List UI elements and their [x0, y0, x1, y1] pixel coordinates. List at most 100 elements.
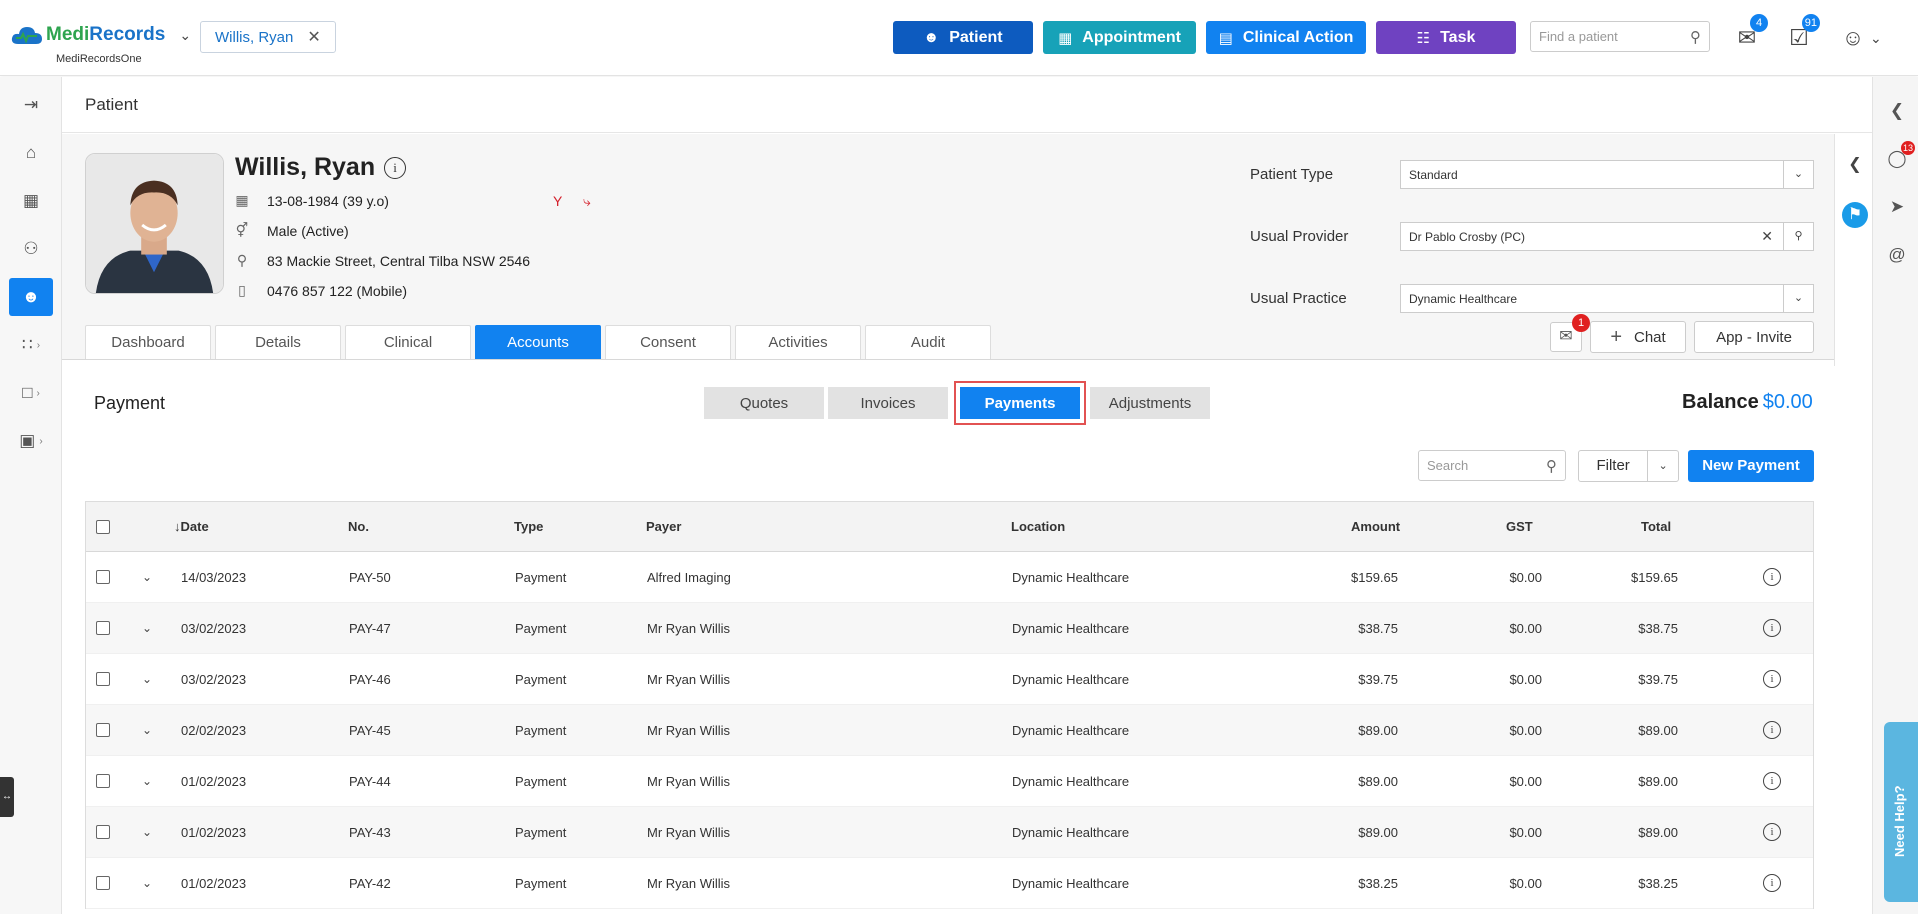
new-patient-button[interactable]: ☻ Patient: [893, 21, 1033, 54]
collapse-left-icon[interactable]: ❮: [1885, 99, 1909, 123]
alcohol-alert-icon[interactable]: Y: [553, 193, 562, 209]
mention-icon[interactable]: @: [1885, 243, 1909, 267]
column-amount[interactable]: Amount: [1351, 502, 1400, 551]
column-type[interactable]: Type: [514, 502, 543, 551]
mail-icon[interactable]: ✉ 4: [1732, 14, 1768, 54]
new-clinical-action-button[interactable]: ▤ Clinical Action: [1206, 21, 1366, 54]
filter-button[interactable]: Filter ⌄: [1578, 450, 1679, 482]
row-checkbox[interactable]: [96, 552, 110, 602]
page-header: Patient: [62, 77, 1872, 133]
table-row[interactable]: ⌄ 01/02/2023 PAY-44 Payment Mr Ryan Will…: [86, 756, 1813, 807]
open-patient-chip[interactable]: Willis, Ryan ✕: [200, 21, 336, 53]
expand-menu-icon[interactable]: ⇥: [9, 86, 53, 124]
tab-divider: [62, 359, 1834, 360]
row-checkbox[interactable]: [96, 603, 110, 653]
expand-chevron-icon[interactable]: ⌄: [142, 603, 152, 653]
column-date[interactable]: ↓ Date: [174, 502, 209, 551]
chat-bubble-icon[interactable]: ◯ 13: [1885, 141, 1915, 171]
segment-payments[interactable]: Payments: [954, 381, 1086, 425]
pin-icon[interactable]: ➤: [1885, 195, 1909, 219]
filter-label[interactable]: Filter: [1579, 451, 1649, 481]
tag-icon[interactable]: ⚑: [1842, 202, 1868, 228]
tab-consent[interactable]: Consent: [605, 325, 731, 359]
usual-provider-input[interactable]: Dr Pablo Crosby (PC) ✕ ⚲: [1400, 222, 1814, 251]
row-info-icon[interactable]: i: [1763, 654, 1781, 704]
need-help-button[interactable]: Need Help?: [1884, 722, 1918, 902]
row-info-icon[interactable]: i: [1763, 756, 1781, 806]
expand-chevron-icon[interactable]: ⌄: [142, 552, 152, 602]
search-icon[interactable]: ⚲: [1783, 223, 1813, 250]
chevron-down-icon[interactable]: ⌄: [179, 27, 191, 44]
patient-type-select[interactable]: Standard ⌄: [1400, 160, 1814, 189]
new-appointment-button[interactable]: ▦ Appointment: [1043, 21, 1196, 54]
segment-adjustments[interactable]: Adjustments: [1090, 387, 1210, 419]
column-total[interactable]: Total: [1641, 502, 1671, 551]
usual-practice-select[interactable]: Dynamic Healthcare ⌄: [1400, 284, 1814, 313]
segment-quotes[interactable]: Quotes: [704, 387, 824, 419]
row-checkbox[interactable]: [96, 654, 110, 704]
table-row[interactable]: ⌄ 01/02/2023 PAY-43 Payment Mr Ryan Will…: [86, 807, 1813, 858]
find-patient-input[interactable]: Find a patient ⚲: [1530, 21, 1710, 52]
calendar-icon[interactable]: ▦: [9, 182, 53, 220]
patient-name: Willis, Ryan: [235, 153, 376, 181]
row-total: $89.00: [1638, 824, 1678, 840]
tab-details[interactable]: Details: [215, 325, 341, 359]
chat-button[interactable]: + Chat: [1590, 321, 1686, 353]
chevron-down-icon[interactable]: ⌄: [1783, 161, 1813, 188]
tasks-check-icon[interactable]: ☑ 91: [1784, 14, 1820, 54]
row-checkbox[interactable]: [96, 858, 110, 908]
new-payment-button[interactable]: New Payment: [1688, 450, 1814, 482]
side-toggle-tab[interactable]: ↔: [0, 777, 14, 817]
tab-dashboard[interactable]: Dashboard: [85, 325, 211, 359]
collapse-left-icon[interactable]: ❮: [1842, 152, 1868, 178]
modules-icon[interactable]: ∷ ›: [9, 326, 53, 364]
row-location: Dynamic Healthcare: [1012, 671, 1130, 687]
tab-clinical[interactable]: Clinical: [345, 325, 471, 359]
row-checkbox[interactable]: [96, 807, 110, 857]
chevron-down-icon[interactable]: ⌄: [1648, 451, 1678, 481]
row-checkbox[interactable]: [96, 756, 110, 806]
payments-search-input[interactable]: Search ⚲: [1418, 450, 1566, 481]
app-invite-button[interactable]: App - Invite: [1694, 321, 1814, 353]
user-account-icon[interactable]: ☺: [1838, 24, 1868, 54]
expand-chevron-icon[interactable]: ⌄: [142, 654, 152, 704]
app-logo[interactable]: MediRecords ⌄: [10, 24, 191, 46]
column-payer[interactable]: Payer: [646, 502, 681, 551]
tab-accounts[interactable]: Accounts: [475, 325, 601, 359]
expand-chevron-icon[interactable]: ⌄: [142, 756, 152, 806]
clear-icon[interactable]: ✕: [1761, 223, 1773, 250]
chevron-down-icon[interactable]: ⌄: [1783, 285, 1813, 312]
row-info-icon[interactable]: i: [1763, 807, 1781, 857]
column-gst[interactable]: GST: [1506, 502, 1533, 551]
tab-activities[interactable]: Activities: [735, 325, 861, 359]
row-info-icon[interactable]: i: [1763, 603, 1781, 653]
table-row[interactable]: ⌄ 14/03/2023 PAY-50 Payment Alfred Imagi…: [86, 552, 1813, 603]
home-icon[interactable]: ⌂: [9, 134, 53, 172]
table-row[interactable]: ⌄ 01/02/2023 PAY-42 Payment Mr Ryan Will…: [86, 858, 1813, 909]
close-icon[interactable]: ✕: [307, 27, 320, 47]
row-checkbox[interactable]: [96, 705, 110, 755]
table-row[interactable]: ⌄ 03/02/2023 PAY-47 Payment Mr Ryan Will…: [86, 603, 1813, 654]
expand-chevron-icon[interactable]: ⌄: [142, 858, 152, 908]
column-location[interactable]: Location: [1011, 502, 1065, 551]
table-row[interactable]: ⌄ 02/02/2023 PAY-45 Payment Mr Ryan Will…: [86, 705, 1813, 756]
tab-audit[interactable]: Audit: [865, 325, 991, 359]
chevron-down-icon[interactable]: ⌄: [1870, 30, 1882, 47]
folder-icon[interactable]: □ ›: [9, 374, 53, 412]
folder-plus-icon[interactable]: ▣ ›: [9, 422, 53, 460]
row-info-icon[interactable]: i: [1763, 552, 1781, 602]
segment-invoices[interactable]: Invoices: [828, 387, 948, 419]
patients-group-icon[interactable]: ⚇: [9, 230, 53, 268]
patient-info-icon[interactable]: i: [384, 157, 406, 179]
row-info-icon[interactable]: i: [1763, 858, 1781, 908]
smoking-alert-icon[interactable]: ⤷: [583, 193, 591, 210]
select-all-checkbox[interactable]: [96, 502, 110, 551]
message-button[interactable]: ✉ 1: [1550, 314, 1590, 352]
expand-chevron-icon[interactable]: ⌄: [142, 807, 152, 857]
column-no[interactable]: No.: [348, 502, 369, 551]
patient-icon[interactable]: ☻: [9, 278, 53, 316]
expand-chevron-icon[interactable]: ⌄: [142, 705, 152, 755]
table-row[interactable]: ⌄ 03/02/2023 PAY-46 Payment Mr Ryan Will…: [86, 654, 1813, 705]
row-info-icon[interactable]: i: [1763, 705, 1781, 755]
new-task-button[interactable]: ☷ Task: [1376, 21, 1516, 54]
